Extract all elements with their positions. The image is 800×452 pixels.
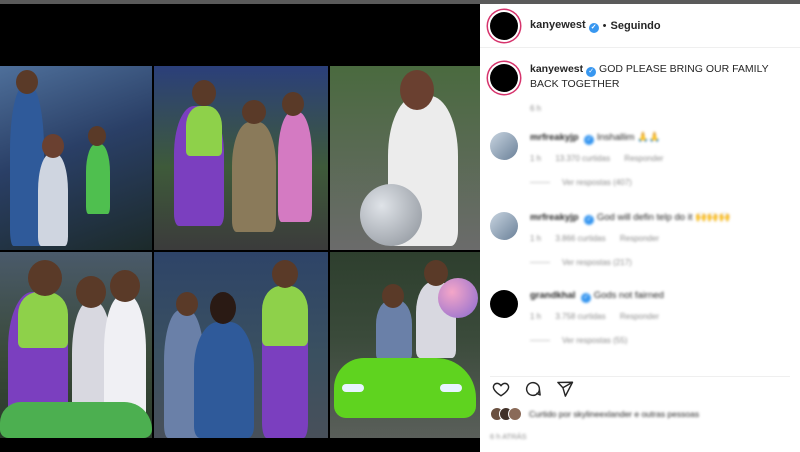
post-date: 6 h ATRÁS	[490, 432, 527, 441]
comment-avatar[interactable]	[490, 290, 518, 318]
share-send-icon[interactable]	[554, 378, 576, 400]
comment-text: mrfreakyjp ✓ Inshallim 🙏🙏	[530, 132, 661, 145]
figure-adult	[194, 322, 254, 438]
comment-username[interactable]: mrfreakyjp	[530, 212, 579, 223]
comment-body: Inshallim 🙏🙏	[596, 132, 661, 143]
view-replies[interactable]: Ver respostas (407)	[530, 178, 632, 187]
figure-head	[272, 260, 298, 288]
comment-username[interactable]: mrfreakyjp	[530, 132, 579, 143]
figure-head	[242, 100, 266, 124]
view-replies-label: Ver respostas (55)	[562, 336, 628, 345]
replies-dash	[530, 182, 550, 183]
reply-button[interactable]: Responder	[620, 234, 659, 243]
replies-dash	[530, 262, 550, 263]
view-replies[interactable]: Ver respostas (217)	[530, 258, 632, 267]
shirt-green	[186, 106, 222, 156]
verified-icon: ✓	[586, 67, 597, 77]
basketball-silver	[360, 184, 422, 246]
caption-text: kanyewest ✓ GOD PLEASE BRING OUR FAMILY B…	[530, 62, 790, 92]
photo-tile-5	[154, 252, 328, 438]
liker-avatar	[508, 407, 522, 421]
comment-time: 1 h	[530, 154, 542, 163]
comment-time: 1 h	[530, 312, 542, 321]
liked-by-line[interactable]: Curtido por skylineexlander e outras pes…	[490, 406, 790, 422]
photo-tile-4	[0, 252, 152, 438]
figure-head	[382, 284, 404, 308]
shirt-green	[262, 286, 308, 346]
figure-child-green	[86, 144, 110, 214]
view-replies[interactable]: Ver respostas (55)	[530, 336, 627, 345]
like-heart-icon[interactable]	[490, 378, 512, 400]
figure-head	[28, 260, 62, 296]
comment-bubble-icon[interactable]	[522, 378, 544, 400]
reply-button[interactable]: Responder	[624, 154, 663, 163]
comment-meta: 1 h 3.866 curtidas Responder	[530, 234, 671, 243]
caption-avatar[interactable]	[490, 64, 518, 92]
figure-head	[88, 126, 106, 146]
car-headlight	[440, 384, 462, 392]
post-actions	[490, 376, 790, 400]
comment-meta: 1 h 3.758 curtidas Responder	[530, 312, 671, 321]
figure-head	[16, 70, 38, 94]
post-media-panel	[0, 4, 480, 452]
figure-head	[210, 292, 236, 324]
figure-child	[38, 154, 68, 246]
figure-child-pink	[278, 112, 312, 222]
figure-head	[192, 80, 216, 106]
figure-head	[42, 134, 64, 158]
view-replies-label: Ver respostas (407)	[562, 178, 632, 187]
comment-meta: 1 h 13.370 curtidas Responder	[530, 154, 675, 163]
comment-avatar[interactable]	[490, 212, 518, 240]
figure-head	[76, 276, 106, 308]
figure-child	[376, 300, 412, 360]
verified-icon: ✓	[588, 22, 599, 33]
author-username[interactable]: kanyewest ✓	[530, 19, 599, 33]
comment-body: Gods not fairned	[593, 290, 664, 301]
comment-avatar[interactable]	[490, 132, 518, 160]
photo-tile-1	[0, 66, 152, 250]
following-button[interactable]: Seguindo	[611, 20, 661, 32]
caption-username[interactable]: kanyewest	[530, 63, 583, 75]
photo-tile-6	[330, 252, 480, 438]
liked-by-text: Curtido por skylineexlander e outras pes…	[529, 409, 700, 419]
reply-button[interactable]: Responder	[620, 312, 659, 321]
verified-icon: ✓	[581, 293, 592, 303]
verified-icon: ✓	[584, 215, 595, 225]
comment-body: God will defin telp do it 🙌🙌🙌	[596, 212, 731, 223]
header-separator: •	[602, 19, 607, 32]
comment-username[interactable]: grandkhal	[530, 290, 575, 301]
comment-likes[interactable]: 3.866 curtidas	[555, 234, 605, 243]
post-caption: kanyewest ✓ GOD PLEASE BRING OUR FAMILY B…	[490, 62, 790, 92]
comment-text: mrfreakyjp ✓ God will defin telp do it 🙌…	[530, 212, 731, 225]
photo-tile-2	[154, 66, 328, 250]
figure-head	[176, 292, 198, 316]
comment-likes[interactable]: 13.370 curtidas	[555, 154, 610, 163]
post-header: kanyewest ✓ • Seguindo	[480, 4, 800, 48]
figure-head	[110, 270, 140, 302]
car-headlight	[342, 384, 364, 392]
view-replies-label: Ver respostas (217)	[562, 258, 632, 267]
author-avatar[interactable]	[490, 11, 518, 40]
replies-dash	[530, 340, 550, 341]
photo-tile-3	[330, 66, 480, 250]
caption-timestamp: 6 h	[530, 104, 542, 113]
shirt-green	[18, 292, 68, 348]
verified-icon: ✓	[584, 135, 595, 145]
photo-collage[interactable]	[0, 66, 480, 438]
figure-child-plaid	[232, 122, 276, 232]
post-sidebar: kanyewest ✓ • Seguindo kanyewest ✓ GOD PLE…	[480, 4, 800, 452]
basketball-colorful	[438, 278, 478, 318]
comment-time: 1 h	[530, 234, 542, 243]
figure-head	[400, 70, 434, 110]
figure-head	[282, 92, 304, 116]
toy-car	[0, 402, 152, 438]
comment-text: grandkhal ✓ Gods not fairned	[530, 290, 664, 303]
comment-likes[interactable]: 3.758 curtidas	[555, 312, 605, 321]
